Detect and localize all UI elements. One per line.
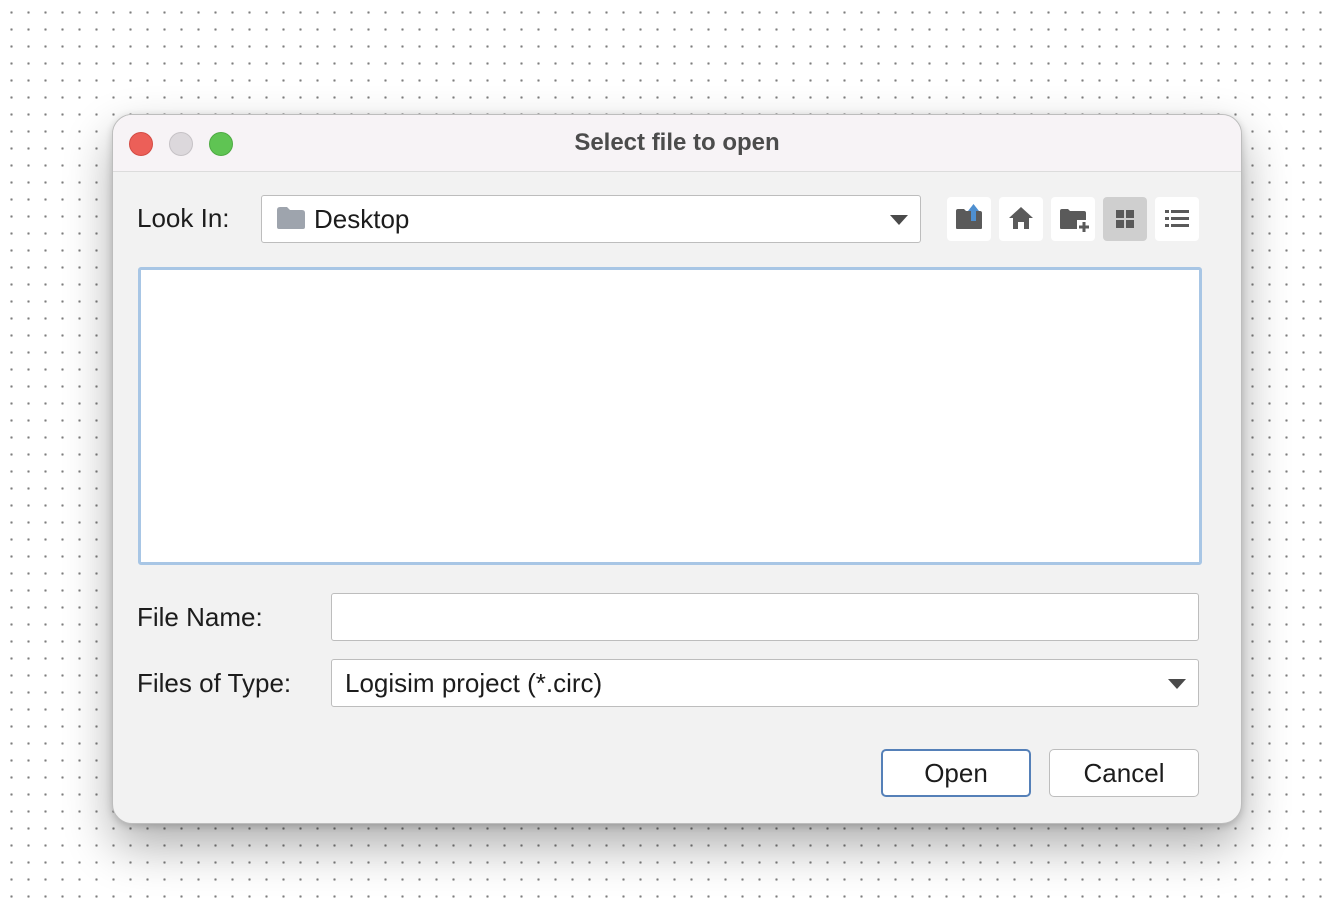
new-folder-icon bbox=[1060, 209, 1091, 234]
list-view-button[interactable] bbox=[1155, 197, 1199, 241]
home-button[interactable] bbox=[999, 197, 1043, 241]
file-list[interactable] bbox=[138, 267, 1202, 565]
title-bar[interactable]: Select file to open bbox=[113, 115, 1241, 172]
files-of-type-value: Logisim project (*.circ) bbox=[345, 668, 603, 698]
grid-view-button[interactable] bbox=[1103, 197, 1147, 241]
cancel-button[interactable]: Cancel bbox=[1049, 749, 1199, 797]
file-name-field[interactable] bbox=[331, 593, 1199, 641]
file-name-label: File Name: bbox=[137, 602, 263, 632]
look-in-value: Desktop bbox=[314, 204, 410, 234]
grid-view-icon bbox=[1116, 210, 1134, 228]
dialog-title: Select file to open bbox=[574, 129, 780, 156]
file-open-dialog: Select file to open Look In: Desktop Fil… bbox=[112, 114, 1242, 824]
files-of-type-dropdown[interactable]: Logisim project (*.circ) bbox=[331, 659, 1199, 707]
list-view-icon bbox=[1165, 210, 1189, 227]
home-icon bbox=[1009, 207, 1033, 229]
chevron-down-icon bbox=[890, 215, 908, 225]
look-in-label: Look In: bbox=[137, 203, 230, 233]
up-one-level-button[interactable] bbox=[947, 197, 991, 241]
new-folder-button[interactable] bbox=[1051, 197, 1095, 241]
files-of-type-label: Files of Type: bbox=[137, 668, 292, 698]
file-name-input[interactable] bbox=[332, 594, 1198, 640]
folder-icon bbox=[277, 207, 305, 229]
open-button[interactable]: Open bbox=[881, 749, 1031, 797]
up-folder-icon bbox=[956, 204, 982, 229]
chevron-down-icon bbox=[1168, 679, 1186, 689]
look-in-dropdown[interactable]: Desktop bbox=[261, 195, 921, 243]
